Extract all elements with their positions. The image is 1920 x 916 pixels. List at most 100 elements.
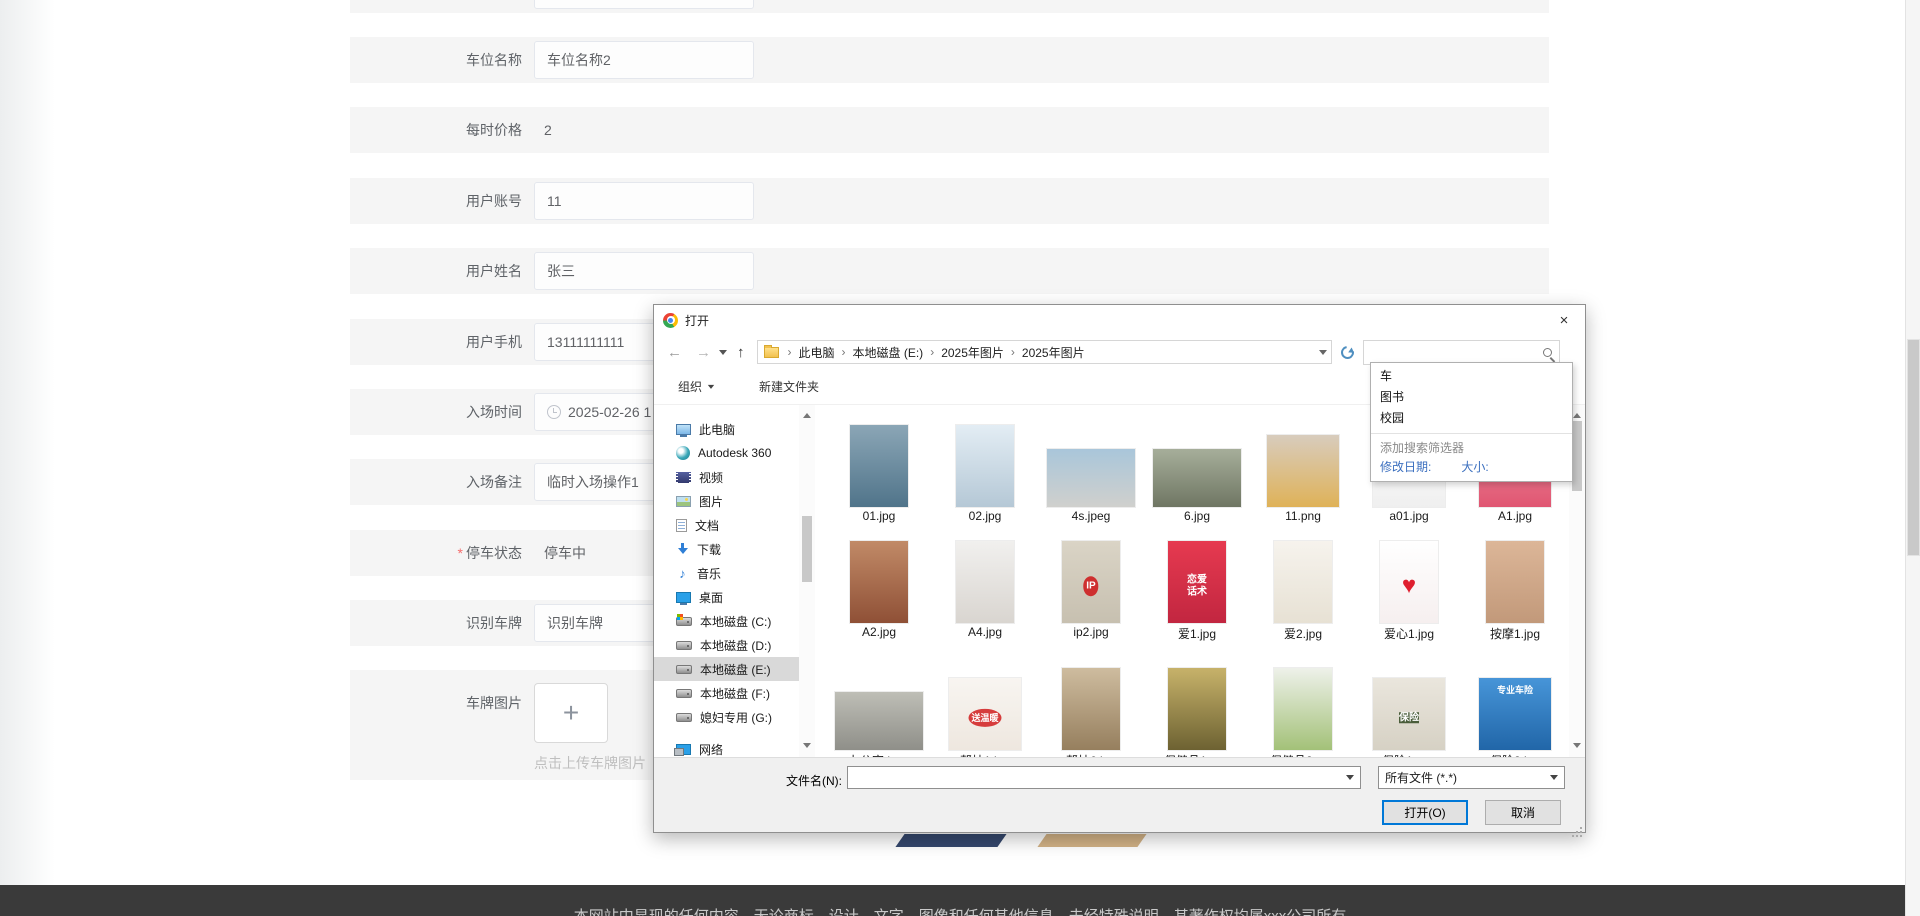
scroll-up-icon[interactable] <box>803 409 811 418</box>
file-thumbnail <box>956 541 1014 623</box>
new-folder-button[interactable]: 新建文件夹 <box>759 378 819 395</box>
user-account-input[interactable]: 11 <box>534 182 754 220</box>
field-label: 入场备注 <box>466 474 522 490</box>
filename-label: 文件名(N): <box>786 774 842 788</box>
filename-combobox[interactable] <box>847 766 1361 789</box>
breadcrumb-segment[interactable]: 2025年图片 <box>1022 344 1085 361</box>
file-thumbnail-area: 保险 <box>1373 650 1445 750</box>
history-dropdown-icon[interactable] <box>719 350 727 359</box>
scroll-up-icon[interactable] <box>1573 409 1581 418</box>
field-label: 车牌图片 <box>466 695 522 711</box>
file-name: 爱2.jpg <box>1283 627 1323 641</box>
field-label: 每时价格 <box>466 122 522 138</box>
forward-button[interactable]: → <box>696 344 711 361</box>
sidebar-item-downloads[interactable]: 下载 <box>654 537 799 561</box>
user-name-input[interactable]: 张三 <box>534 252 754 290</box>
file-thumbnail-area <box>1153 407 1241 507</box>
filelist-scrollbar-thumb[interactable] <box>1572 421 1582 491</box>
sidebar-item-documents[interactable]: 文档 <box>654 513 799 537</box>
file-item[interactable]: 01.jpg <box>826 407 932 523</box>
required-asterisk: * <box>457 545 463 561</box>
file-name: A4.jpg <box>967 625 1003 639</box>
file-item[interactable]: A2.jpg <box>826 523 932 639</box>
breadcrumb-segment[interactable]: 此电脑 <box>799 344 835 361</box>
file-item[interactable]: 保险保险1.png <box>1356 650 1462 758</box>
file-item[interactable]: A4.jpg <box>932 523 1038 639</box>
sidebar-item-network[interactable]: 网络 <box>654 737 799 758</box>
file-item[interactable]: 爱2.jpg <box>1250 523 1356 642</box>
sidebar-item-pictures[interactable]: 图片 <box>654 489 799 513</box>
file-item[interactable]: 专业车险保险2.jpg <box>1462 650 1568 758</box>
sidebar-item-label: 下载 <box>697 542 722 557</box>
filename-input[interactable] <box>854 770 1346 785</box>
file-item[interactable]: 办公室.jpeg <box>826 650 932 758</box>
sidebar-item-music[interactable]: ♪ 音乐 <box>654 561 799 585</box>
file-item[interactable]: 11.png <box>1250 407 1356 523</box>
upload-button[interactable]: + <box>534 683 608 743</box>
sidebar-item-this-pc[interactable]: 此电脑 <box>654 417 799 441</box>
refresh-icon[interactable] <box>1337 342 1357 362</box>
file-thumbnail-area <box>835 650 923 750</box>
search-filter-link[interactable]: 大小: <box>1461 458 1488 475</box>
search-suggestions-panel: 车图书 校园 添加搜索筛选器 修改日期: 大小: <box>1370 362 1573 482</box>
sidebar-item-drive-g[interactable]: 媳妇专用 (G:) <box>654 705 799 729</box>
upload-hint: 点击上传车牌图片 <box>534 755 646 771</box>
file-item[interactable]: 保健品2.png <box>1250 650 1356 758</box>
scroll-down-icon[interactable] <box>803 743 811 752</box>
organize-button[interactable]: 组织 <box>678 378 715 395</box>
sidebar-item-label: 媳妇专用 (G:) <box>700 710 772 725</box>
suggestion-item[interactable]: 车 <box>1371 366 1572 387</box>
file-item[interactable]: 02.jpg <box>932 407 1038 523</box>
text-input[interactable] <box>534 0 754 9</box>
resize-grip[interactable] <box>1580 827 1582 829</box>
cancel-button[interactable]: 取消 <box>1485 800 1561 825</box>
address-dropdown-icon[interactable] <box>1318 350 1327 359</box>
search-box[interactable] <box>1362 339 1560 365</box>
file-item[interactable]: IP ip2.jpg <box>1038 523 1144 639</box>
decor-tan-shape <box>1037 834 1147 847</box>
file-thumbnail <box>956 425 1014 507</box>
suggestion-item[interactable]: 校园 <box>1371 408 1572 429</box>
file-item[interactable]: 保健品1.png <box>1144 650 1250 758</box>
sidebar-item-drive-f[interactable]: 本地磁盘 (F:) <box>654 681 799 705</box>
breadcrumb-separator: › <box>787 345 792 359</box>
parking-status-value: 停车中 <box>544 545 586 561</box>
file-item[interactable]: 帮扶6.jpg <box>1038 650 1144 758</box>
sidebar-item-drive-d[interactable]: 本地磁盘 (D:) <box>654 633 799 657</box>
search-input[interactable] <box>1370 345 1543 359</box>
close-button[interactable]: × <box>1543 305 1585 335</box>
scroll-down-icon[interactable] <box>1573 743 1581 752</box>
sidebar-item-drive-c[interactable]: 本地磁盘 (C:) <box>654 609 799 633</box>
page-scrollbar-thumb[interactable] <box>1908 340 1919 555</box>
sidebar-item-videos[interactable]: 视频 <box>654 465 799 489</box>
page-scrollbar[interactable] <box>1905 0 1920 916</box>
parking-name-input[interactable]: 车位名称2 <box>534 41 754 79</box>
open-button[interactable]: 打开(O) <box>1382 800 1468 825</box>
filetype-value: 所有文件 (*.*) <box>1385 771 1458 785</box>
up-button[interactable]: ↑ <box>737 344 745 361</box>
file-item[interactable]: 4s.jpeg <box>1038 407 1144 523</box>
breadcrumb-segment[interactable]: 2025年图片 <box>941 344 1004 361</box>
back-button[interactable]: ← <box>667 344 682 361</box>
sidebar-item-label: 图片 <box>699 494 724 509</box>
sidebar-scrollbar-thumb[interactable] <box>802 516 812 582</box>
dialog-titlebar[interactable]: 打开 × <box>654 305 1585 335</box>
file-thumbnail <box>1047 449 1135 507</box>
dialog-sidebar: 此电脑 Autodesk 360 视频 图片 文档 下载 ♪ 音乐 桌面 本地磁盘 (C:) 本地磁… <box>654 405 799 758</box>
search-filter-link[interactable]: 修改日期: <box>1380 458 1431 475</box>
file-item[interactable]: 按摩1.jpg <box>1462 523 1568 642</box>
file-item[interactable]: ♥ 爱心1.jpg <box>1356 523 1462 642</box>
sidebar-item-desktop[interactable]: 桌面 <box>654 585 799 609</box>
file-item[interactable]: 6.jpg <box>1144 407 1250 523</box>
hourly-price-value: 2 <box>544 122 552 138</box>
suggestion-item[interactable]: 图书 <box>1371 387 1572 408</box>
breadcrumb-segment[interactable]: 本地磁盘 (E:) <box>853 344 924 361</box>
filetype-select[interactable]: 所有文件 (*.*) <box>1378 766 1565 789</box>
file-thumbnail-area <box>1274 523 1332 623</box>
sidebar-scrollbar[interactable] <box>799 405 815 758</box>
sidebar-item-drive-e[interactable]: 本地磁盘 (E:) <box>654 657 799 681</box>
combo-dropdown-icon[interactable] <box>1346 775 1354 784</box>
sidebar-item-autodesk-360[interactable]: Autodesk 360 <box>654 441 799 465</box>
file-item[interactable]: 恋爱话术 爱1.jpg <box>1144 523 1250 642</box>
file-item[interactable]: 送温暖帮扶1.jpg <box>932 650 1038 758</box>
